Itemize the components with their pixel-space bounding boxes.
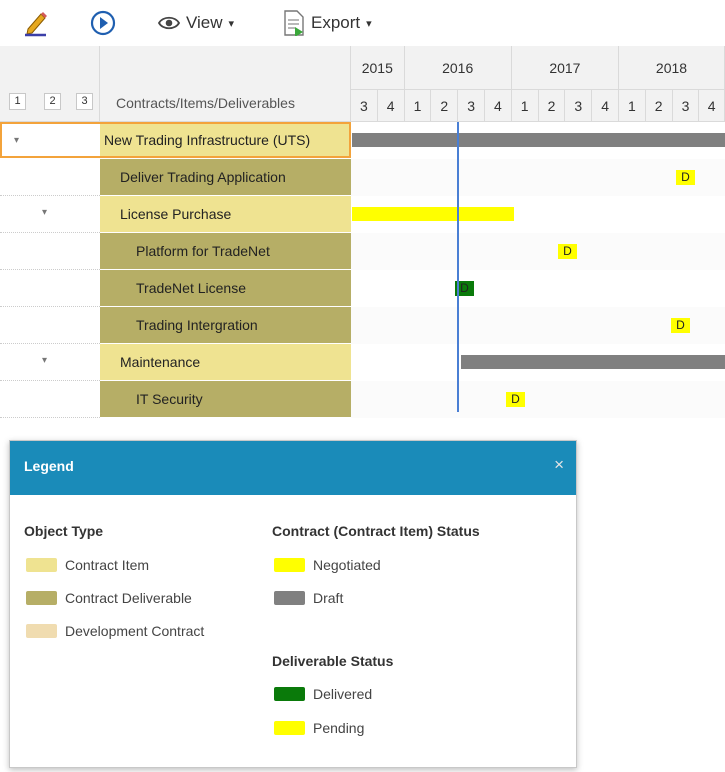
deliverable-marker[interactable]: D — [558, 244, 577, 259]
pencil-icon[interactable] — [22, 0, 50, 46]
today-line — [457, 122, 459, 412]
quarter-header: 2 — [645, 90, 673, 122]
legend-item-delivered: Delivered — [274, 686, 372, 702]
document-icon — [283, 10, 305, 36]
timeline-row — [351, 196, 725, 233]
timeline-row: D — [351, 307, 725, 344]
swatch — [26, 591, 57, 605]
swatch — [274, 591, 305, 605]
timeline-row: D — [351, 381, 725, 418]
deliverable-marker[interactable]: D — [676, 170, 695, 185]
row-expand-cell — [0, 307, 100, 344]
legend-header: Legend × — [10, 441, 576, 495]
timeline-row — [351, 344, 725, 381]
timeline-row: D — [351, 159, 725, 196]
export-menu[interactable]: Export ▾ — [283, 0, 372, 46]
row-label[interactable]: TradeNet License — [100, 270, 351, 306]
swatch — [274, 687, 305, 701]
timeline-row: D — [351, 233, 725, 270]
quarter-header: 3 — [351, 90, 378, 122]
view-label: View — [186, 13, 223, 32]
row-label[interactable]: License Purchase — [100, 196, 351, 232]
deliverable-marker[interactable]: D — [506, 392, 525, 407]
legend-item-pending: Pending — [274, 720, 364, 736]
row-expand-cell — [0, 159, 100, 196]
swatch — [26, 558, 57, 572]
legend-item-contract-deliverable: Contract Deliverable — [26, 590, 192, 606]
legend-label: Delivered — [313, 686, 373, 702]
contract-status-heading: Contract (Contract Item) Status — [272, 523, 480, 539]
row-expand-cell[interactable]: ▾ — [0, 122, 100, 158]
row-expand-cell[interactable]: ▾ — [0, 344, 100, 381]
row-expand-cell — [0, 270, 100, 307]
quarter-header: 3 — [672, 90, 700, 122]
row-label[interactable]: Maintenance — [100, 344, 351, 380]
legend-label: Contract Item — [65, 557, 150, 573]
legend-item-development-contract: Development Contract — [26, 623, 204, 639]
legend-label: Negotiated — [313, 557, 381, 573]
legend-label: Development Contract — [65, 623, 205, 639]
legend-label: Draft — [313, 590, 344, 606]
swatch — [274, 721, 305, 735]
timeline-bar[interactable] — [352, 207, 514, 221]
play-icon[interactable] — [90, 0, 116, 46]
deliverable-status-heading: Deliverable Status — [272, 653, 394, 669]
quarter-header: 2 — [538, 90, 566, 122]
toolbar: View ▾ Export ▾ — [0, 0, 725, 46]
level-1-button[interactable]: 1 — [9, 93, 26, 110]
object-type-heading: Object Type — [24, 523, 104, 539]
expand-chevron-icon[interactable]: ▾ — [14, 135, 19, 146]
level-2-button[interactable]: 2 — [44, 93, 61, 110]
eye-icon — [158, 15, 180, 31]
legend-item-contract-item: Contract Item — [26, 557, 149, 573]
row-label[interactable]: Trading Intergration — [100, 307, 351, 343]
timeline-row: D — [351, 270, 725, 307]
year-header: 2015 — [351, 46, 405, 90]
expand-chevron-icon[interactable]: ▾ — [42, 355, 47, 366]
year-header: 2017 — [511, 46, 619, 90]
level-3-button[interactable]: 3 — [76, 93, 93, 110]
chevron-down-icon: ▾ — [228, 17, 235, 30]
legend-label: Contract Deliverable — [65, 590, 192, 606]
deliverable-marker[interactable]: D — [671, 318, 690, 333]
timeline-bar[interactable] — [461, 355, 725, 369]
legend-item-draft: Draft — [274, 590, 343, 606]
legend-label: Pending — [313, 720, 365, 736]
expand-chevron-icon[interactable]: ▾ — [42, 207, 47, 218]
quarter-header: 3 — [458, 90, 485, 122]
chevron-down-icon: ▾ — [366, 17, 372, 30]
legend-item-negotiated: Negotiated — [274, 557, 381, 573]
legend-panel: Legend × Object Type Contract Item Contr… — [9, 440, 577, 768]
close-icon[interactable]: × — [554, 455, 564, 475]
quarter-header: 1 — [619, 90, 646, 122]
row-label[interactable]: Platform for TradeNet — [100, 233, 351, 269]
timeline-bar[interactable] — [352, 133, 725, 147]
view-menu[interactable]: View ▾ — [158, 0, 234, 46]
quarter-header: 4 — [592, 90, 619, 122]
swatch — [26, 624, 57, 638]
row-expand-cell[interactable]: ▾ — [0, 196, 100, 233]
quarter-header: 2 — [431, 90, 459, 122]
gantt-grid: 1 2 3 Contracts/Items/Deliverables 2015 2… — [0, 46, 725, 418]
column-title: Contracts/Items/Deliverables — [116, 95, 295, 111]
quarter-header: 1 — [404, 90, 432, 122]
swatch — [274, 558, 305, 572]
row-label[interactable]: Deliver Trading Application — [100, 159, 351, 195]
row-expand-cell — [0, 233, 100, 270]
quarter-header: 1 — [511, 90, 539, 122]
quarter-header: 4 — [699, 90, 725, 122]
level-header — [0, 46, 100, 122]
export-label: Export — [311, 13, 361, 32]
year-header: 2018 — [619, 46, 725, 90]
quarter-header: 4 — [377, 90, 405, 122]
quarter-header: 4 — [485, 90, 512, 122]
year-header: 2016 — [404, 46, 512, 90]
row-expand-cell — [0, 381, 100, 418]
row-label[interactable]: IT Security — [100, 381, 351, 417]
quarter-header: 3 — [565, 90, 593, 122]
row-label[interactable]: New Trading Infrastructure (UTS) — [100, 122, 351, 158]
legend-title: Legend — [24, 458, 74, 474]
timeline-row — [351, 122, 725, 159]
